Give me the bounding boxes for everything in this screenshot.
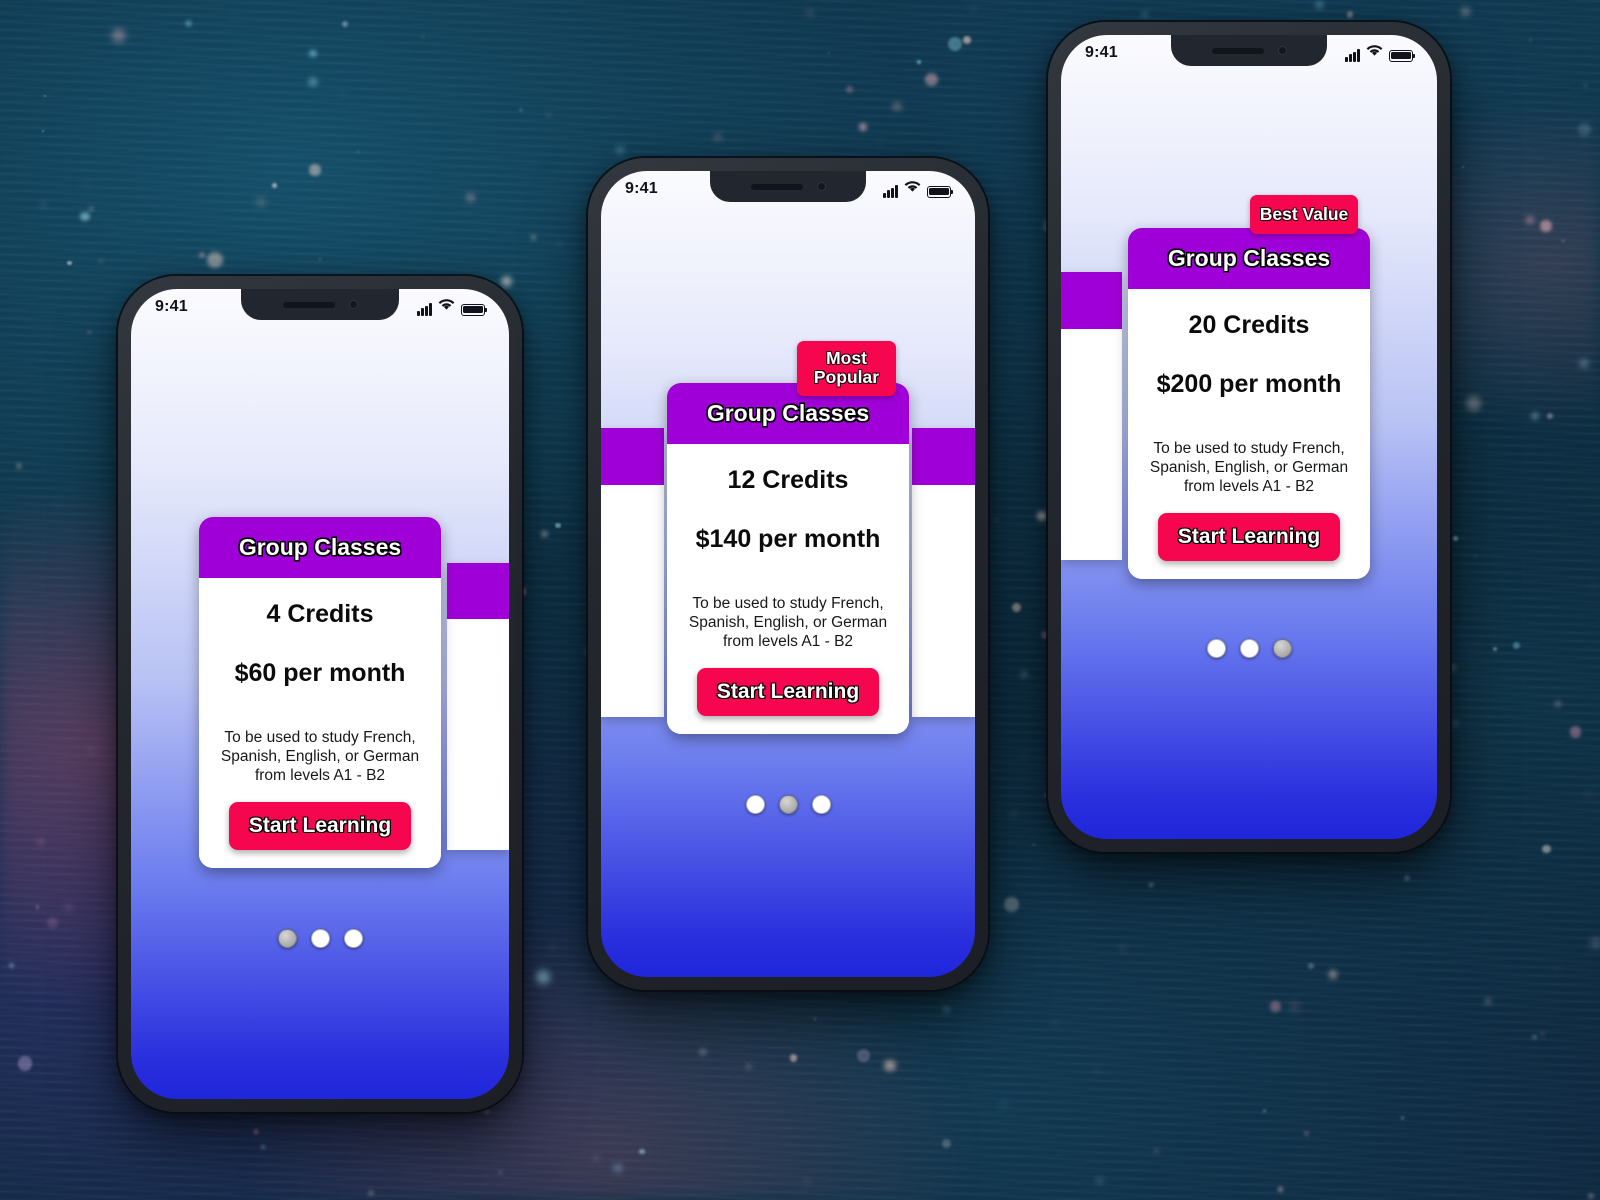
phone-notch xyxy=(241,289,399,320)
plan-price: $140 per month xyxy=(695,525,881,553)
wifi-icon xyxy=(1366,44,1383,62)
wifi-icon xyxy=(904,180,921,198)
best-value-badge: Best Value xyxy=(1250,195,1358,234)
plan-card-header: Group Classes xyxy=(1128,228,1370,289)
most-popular-badge: Most Popular xyxy=(797,341,896,397)
earpiece-speaker xyxy=(282,301,335,308)
pagination-dot[interactable] xyxy=(1272,639,1292,658)
front-camera-icon xyxy=(816,182,826,191)
phone-mockup-right: 9:41 Best Value Group Classes 20 Credits… xyxy=(1048,22,1450,852)
phone-mockup-left: 9:41 Group Classes 4 Credits $60 per mon… xyxy=(118,276,522,1112)
pagination-dot[interactable] xyxy=(343,929,363,948)
plan-card[interactable]: Group Classes 20 Credits $200 per month … xyxy=(1128,228,1370,579)
plan-card-body: 20 Credits $200 per month To be used to … xyxy=(1128,289,1370,579)
phone-screen: 9:41 Group Classes 4 Credits $60 per mon… xyxy=(131,289,509,1099)
phone-notch xyxy=(710,171,866,202)
pagination-dot[interactable] xyxy=(778,795,798,814)
plan-credits: 12 Credits xyxy=(727,466,849,494)
plan-description: To be used to study French, Spanish, Eng… xyxy=(1149,440,1349,495)
pagination-dot[interactable] xyxy=(1239,639,1259,658)
plan-card[interactable]: Group Classes 12 Credits $140 per month … xyxy=(667,383,909,734)
cellular-signal-icon xyxy=(417,303,432,316)
status-time: 9:41 xyxy=(155,297,188,315)
plan-price: $200 per month xyxy=(1156,370,1342,398)
plan-card[interactable]: Group Classes 4 Credits $60 per month To… xyxy=(199,517,441,868)
earpiece-speaker xyxy=(750,183,803,190)
start-learning-button[interactable]: Start Learning xyxy=(696,667,880,716)
pagination-dot[interactable] xyxy=(310,929,330,948)
phone-screen: 9:41 Most Popular Group Classes 12 Credi… xyxy=(601,171,975,977)
wifi-icon xyxy=(438,298,455,316)
battery-full-icon xyxy=(1389,49,1413,62)
plan-card-body: 4 Credits $60 per month To be used to st… xyxy=(199,578,441,868)
start-learning-button[interactable]: Start Learning xyxy=(228,801,412,850)
plan-price: $60 per month xyxy=(234,659,406,687)
status-icons xyxy=(417,298,485,316)
battery-full-icon xyxy=(461,303,485,316)
plan-description: To be used to study French, Spanish, Eng… xyxy=(220,729,420,784)
start-learning-button[interactable]: Start Learning xyxy=(1157,512,1341,561)
battery-full-icon xyxy=(927,185,951,198)
plan-credits: 4 Credits xyxy=(266,600,374,628)
plan-credits: 20 Credits xyxy=(1188,311,1310,339)
status-icons xyxy=(1345,44,1413,62)
plan-carousel: Group Classes 20 Credits $200 per month … xyxy=(1061,228,1437,579)
plan-card-body: 12 Credits $140 per month To be used to … xyxy=(667,444,909,734)
plan-description: To be used to study French, Spanish, Eng… xyxy=(688,595,888,650)
pagination-dot[interactable] xyxy=(277,929,297,948)
status-time: 9:41 xyxy=(1085,43,1118,61)
front-camera-icon xyxy=(348,300,358,309)
plan-carousel: Group Classes 12 Credits $140 per month … xyxy=(601,383,975,734)
phone-mockup-center: 9:41 Most Popular Group Classes 12 Credi… xyxy=(588,158,988,990)
pagination-dot[interactable] xyxy=(811,795,831,814)
phone-notch xyxy=(1171,35,1327,66)
carousel-pagination[interactable] xyxy=(131,929,509,948)
plan-card-header: Group Classes xyxy=(199,517,441,578)
status-icons xyxy=(883,180,951,198)
mockup-stage: 9:41 Group Classes 4 Credits $60 per mon… xyxy=(0,0,1600,1200)
pagination-dot[interactable] xyxy=(745,795,765,814)
earpiece-speaker xyxy=(1211,47,1264,54)
carousel-pagination[interactable] xyxy=(601,795,975,814)
pagination-dot[interactable] xyxy=(1206,639,1226,658)
front-camera-icon xyxy=(1277,46,1287,55)
carousel-pagination[interactable] xyxy=(1061,639,1437,658)
cellular-signal-icon xyxy=(883,185,898,198)
phone-screen: 9:41 Best Value Group Classes 20 Credits… xyxy=(1061,35,1437,839)
plan-carousel: Group Classes 4 Credits $60 per month To… xyxy=(131,517,509,868)
cellular-signal-icon xyxy=(1345,49,1360,62)
status-time: 9:41 xyxy=(625,179,658,197)
